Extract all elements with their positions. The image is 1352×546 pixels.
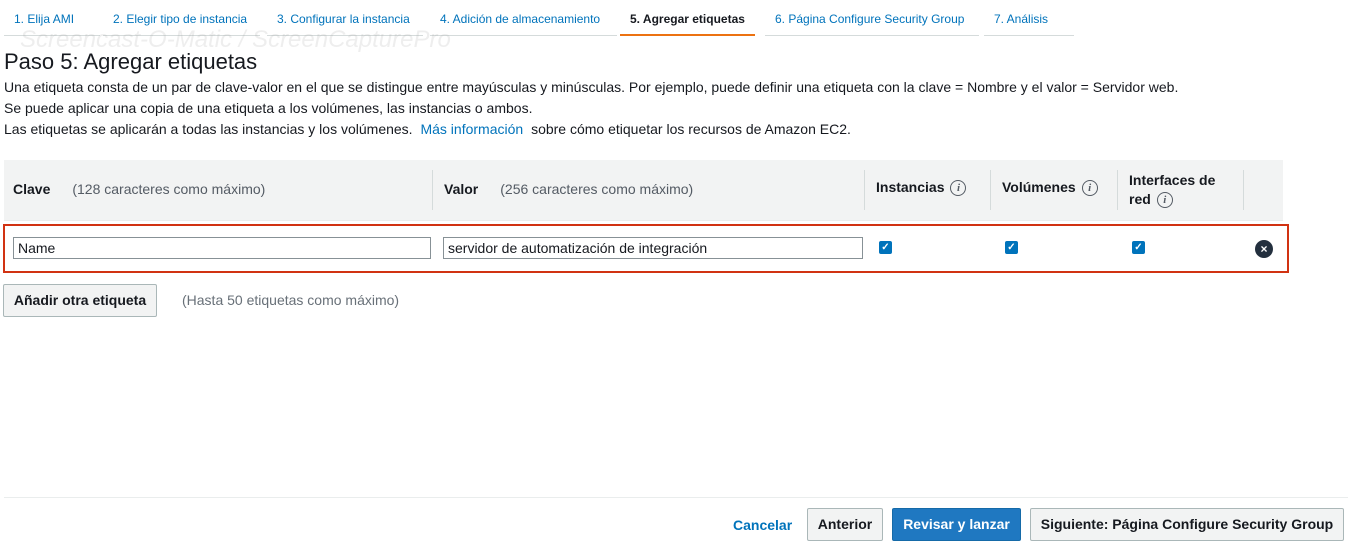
remove-tag-icon[interactable]: × xyxy=(1255,240,1273,258)
column-key-hint: (128 caracteres como máximo) xyxy=(72,181,266,197)
column-value-hint: (256 caracteres como máximo) xyxy=(500,181,694,197)
interfaces-checkbox[interactable]: ✓ xyxy=(1132,241,1145,254)
column-divider xyxy=(1243,170,1244,210)
volumes-checkbox[interactable]: ✓ xyxy=(1005,241,1018,254)
column-key: Clave (128 caracteres como máximo) xyxy=(13,181,265,197)
info-icon[interactable]: i xyxy=(950,180,967,197)
add-tag-hint: (Hasta 50 etiquetas como máximo) xyxy=(182,292,400,308)
page-title: Paso 5: Agregar etiquetas xyxy=(4,49,258,74)
description-line-1: Una etiqueta consta de un par de clave-v… xyxy=(4,79,1179,95)
description-line-3: Las etiquetas se aplicarán a todas las i… xyxy=(4,121,851,137)
column-divider xyxy=(864,170,865,210)
column-divider xyxy=(1117,170,1118,210)
previous-button[interactable]: Anterior xyxy=(807,508,883,541)
tab-add-tags[interactable]: 5. Agregar etiquetas xyxy=(620,8,755,36)
description-line-2: Se puede aplicar una copia de una etique… xyxy=(4,100,533,116)
column-key-label: Clave xyxy=(13,181,51,197)
instances-checkbox[interactable]: ✓ xyxy=(879,241,892,254)
add-tag-button[interactable]: Añadir otra etiqueta xyxy=(3,284,157,317)
tag-key-input[interactable] xyxy=(13,237,431,259)
column-interfaces-label-2: red xyxy=(1129,191,1151,207)
tab-add-storage[interactable]: 4. Adición de almacenamiento xyxy=(430,8,617,36)
description-text: Las etiquetas se aplicarán a todas las i… xyxy=(4,121,413,137)
column-volumes: Volúmenes i xyxy=(1002,179,1098,197)
description-text-end: sobre cómo etiquetar los recursos de Ama… xyxy=(531,121,851,137)
column-instances: Instancias i xyxy=(876,179,967,197)
column-value: Valor (256 caracteres como máximo) xyxy=(444,181,693,197)
info-icon[interactable]: i xyxy=(1081,180,1098,197)
column-instances-label: Instancias xyxy=(876,179,945,195)
column-interfaces: Interfaces de red i xyxy=(1129,171,1215,209)
column-divider xyxy=(990,170,991,210)
tab-security-group[interactable]: 6. Página Configure Security Group xyxy=(765,8,979,36)
column-interfaces-label-1: Interfaces de xyxy=(1129,172,1216,188)
tag-value-input[interactable] xyxy=(443,237,863,259)
next-security-group-button[interactable]: Siguiente: Página Configure Security Gro… xyxy=(1030,508,1344,541)
tags-table-header: Clave (128 caracteres como máximo) Valor (… xyxy=(4,160,1283,221)
column-divider xyxy=(432,170,433,210)
review-launch-button[interactable]: Revisar y lanzar xyxy=(892,508,1021,541)
footer-divider xyxy=(4,497,1348,498)
info-icon[interactable]: i xyxy=(1156,192,1173,209)
more-info-link[interactable]: Más información xyxy=(420,121,523,137)
table-row: ✓ ✓ ✓ × xyxy=(3,224,1289,273)
column-volumes-label: Volúmenes xyxy=(1002,179,1076,195)
column-value-label: Valor xyxy=(444,181,479,197)
tab-review[interactable]: 7. Análisis xyxy=(984,8,1074,36)
cancel-link[interactable]: Cancelar xyxy=(733,517,792,533)
